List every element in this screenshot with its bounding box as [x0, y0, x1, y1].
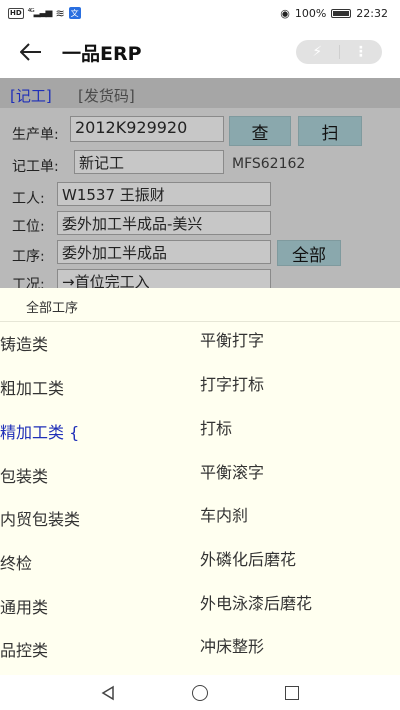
condition-label: 工况: — [12, 277, 45, 288]
category-item[interactable]: 品控类 — [0, 636, 190, 666]
status-left: HD ⁴ᴳ▂▃▅ ≋ 文 — [8, 7, 81, 20]
category-item[interactable]: 内贸包装类 — [0, 505, 190, 535]
status-right: ◉ 100% 22:32 — [280, 7, 388, 20]
nav-back-icon[interactable] — [97, 682, 119, 704]
condition-input[interactable]: →首位完工入 — [57, 269, 271, 288]
process-item[interactable]: 打字打标 — [200, 370, 390, 400]
all-button[interactable]: 全部 — [277, 240, 341, 266]
process-item[interactable]: 打标 — [200, 414, 390, 444]
flash-icon[interactable]: ⚡ — [296, 40, 339, 64]
clock: 22:32 — [356, 6, 388, 20]
eye-icon: ◉ — [280, 6, 290, 20]
process-item[interactable]: 车内刹 — [200, 501, 390, 531]
app-bar: 一品ERP ⚡ ⋮ — [0, 26, 400, 78]
more-icon[interactable]: ⋮ — [340, 40, 383, 64]
work-order-code: MFS62162 — [232, 156, 306, 172]
process-item[interactable]: 平衡滚字 — [200, 458, 390, 488]
system-nav-bar — [0, 675, 400, 710]
battery-percent: 100% — [294, 6, 327, 20]
status-bar: HD ⁴ᴳ▂▃▅ ≋ 文 ◉ 100% 22:32 — [0, 0, 400, 26]
sheet-divider — [0, 321, 400, 322]
category-item[interactable]: 包装类 — [0, 462, 190, 492]
process-item[interactable]: 平衡打字 — [200, 326, 390, 356]
tab-shipping-code[interactable]: [发货码] — [78, 85, 135, 106]
worker-input[interactable]: W1537 王振财 — [57, 182, 271, 206]
battery-icon — [331, 8, 352, 18]
process-label: 工序: — [12, 249, 45, 265]
work-record-form: [记工] [发货码] 生产单: 2012K929920 查 扫 记工单: 新记工… — [0, 78, 400, 288]
query-button[interactable]: 查 — [229, 116, 291, 146]
category-item-selected[interactable]: 精加工类 { — [0, 418, 190, 448]
process-item[interactable]: 外电泳漆后磨花 — [200, 589, 390, 619]
category-item[interactable]: 终检 — [0, 549, 190, 579]
production-order-input[interactable]: 2012K929920 — [70, 116, 224, 142]
category-item[interactable]: 粗加工类 — [0, 374, 190, 404]
tab-bar: [记工] [发货码] — [0, 78, 400, 108]
home-circle — [192, 684, 208, 701]
mini-program-capsule: ⚡ ⋮ — [296, 40, 382, 64]
back-arrow-svg — [20, 43, 41, 61]
app-title: 一品ERP — [62, 42, 142, 65]
process-picker-sheet: 全部工序 铸造类 粗加工类 精加工类 { 包装类 内贸包装类 终检 通用类 品控… — [0, 288, 400, 675]
notification-app-icon: 文 — [68, 7, 81, 19]
worker-label: 工人: — [12, 191, 45, 207]
process-item[interactable]: 冲床整形 — [200, 632, 390, 662]
category-item[interactable]: 通用类 — [0, 593, 190, 623]
category-item[interactable]: 铸造类 — [0, 330, 190, 360]
work-order-label: 记工单: — [12, 159, 59, 175]
sheet-title: 全部工序 — [26, 301, 79, 316]
wifi-icon: ≋ — [55, 6, 65, 20]
signal-icon: ⁴ᴳ▂▃▅ — [27, 8, 53, 18]
process-input[interactable]: 委外加工半成品 — [57, 240, 271, 264]
nav-recents-icon[interactable] — [281, 682, 303, 704]
recents-square — [285, 685, 299, 700]
scan-button[interactable]: 扫 — [298, 116, 362, 146]
station-label: 工位: — [12, 219, 45, 235]
hd-badge: HD — [8, 7, 24, 19]
nav-home-icon[interactable] — [189, 682, 211, 704]
production-order-label: 生产单: — [12, 127, 59, 143]
back-arrow-icon[interactable] — [0, 26, 62, 78]
work-order-input[interactable]: 新记工 — [74, 150, 224, 174]
tab-work-record[interactable]: [记工] — [10, 85, 52, 106]
process-item[interactable]: 外磷化后磨花 — [200, 545, 390, 575]
nav-back-svg — [101, 685, 114, 700]
station-input[interactable]: 委外加工半成品-美兴 — [57, 211, 271, 235]
